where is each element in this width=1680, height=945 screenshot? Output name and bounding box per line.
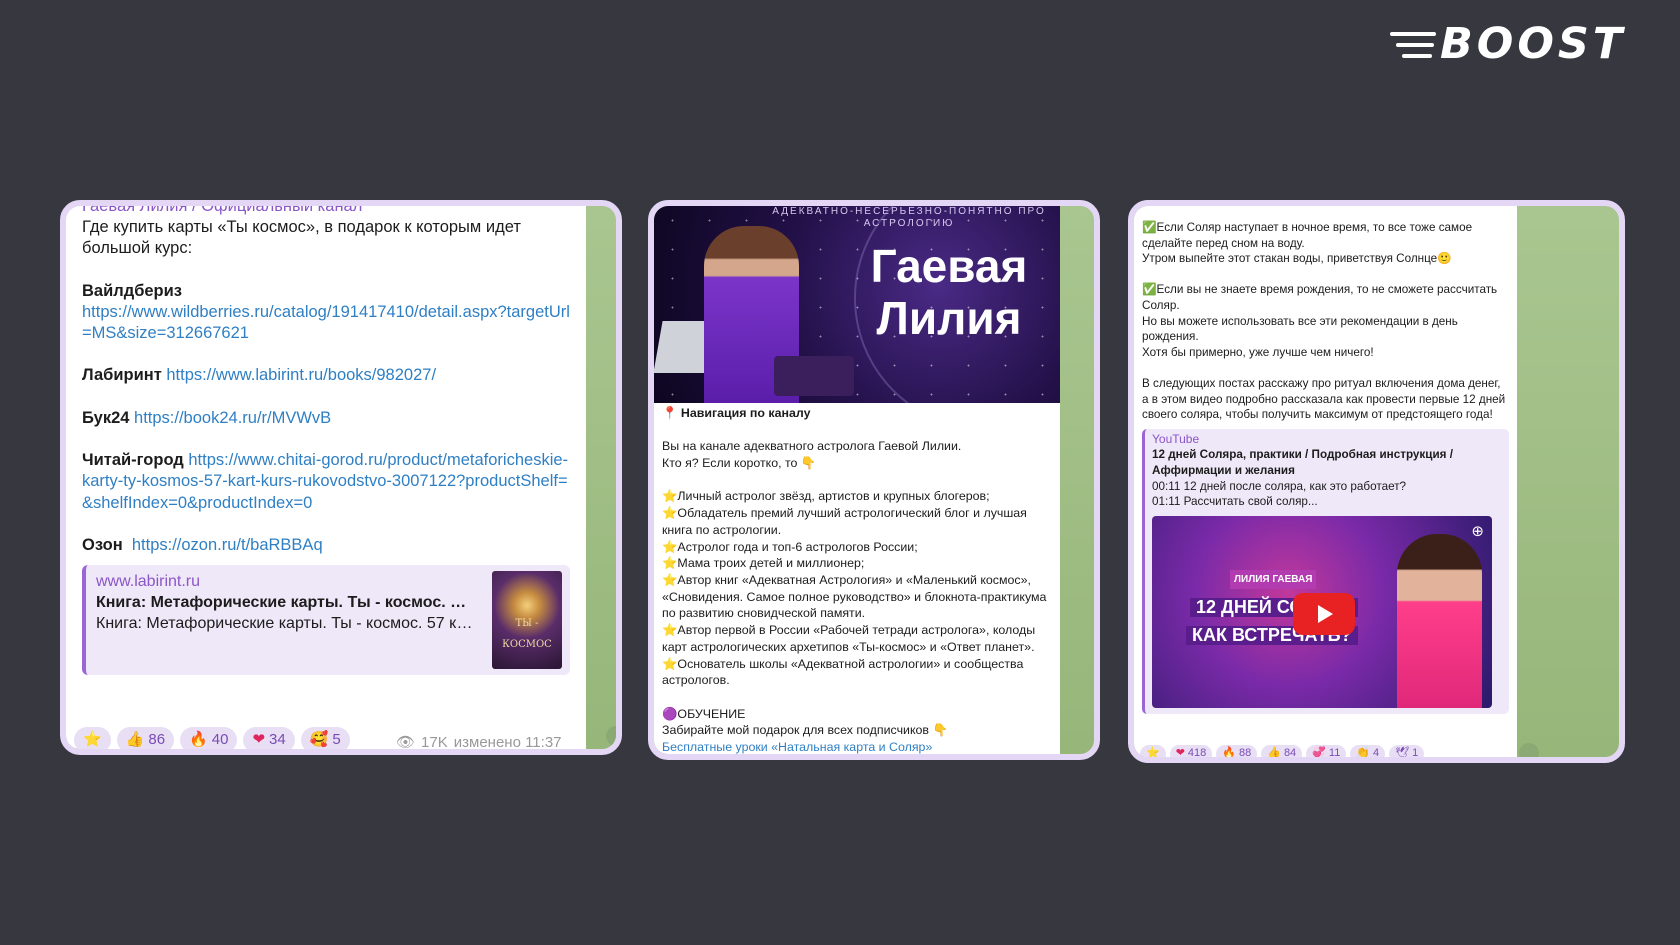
share-icon[interactable]	[1519, 743, 1539, 757]
play-icon[interactable]	[1293, 592, 1355, 635]
preview-site: www.labirint.ru	[96, 573, 201, 591]
section-education: 🟣ОБУЧЕНИЕ	[662, 706, 746, 721]
link-preview[interactable]: www.labirint.ru Книга: Метафорические ка…	[82, 565, 570, 676]
message-bubble: ✅Если Соляр наступает в ночное время, то…	[1134, 206, 1517, 757]
reaction-clap[interactable]: 👏 4	[1350, 745, 1386, 757]
text-line: Забирайте мой подарок для всех подписчик…	[662, 723, 948, 738]
channel-banner-image[interactable]: АДЕКВАТНО-НЕСЕРЬЕЗНО-ПОНЯТНО ПРО АСТРОЛО…	[654, 206, 1060, 403]
text-line: ⭐Мама троих детей и миллионер;	[662, 556, 865, 571]
edited-time: изменено 11:37	[453, 733, 562, 751]
author-photo	[1397, 533, 1482, 708]
preview-description: Книга: Метафорические карты. Ты - космос…	[96, 615, 475, 633]
text-line: Но вы можете использовать все эти рекоме…	[1142, 314, 1458, 344]
text-line: ⭐Основатель школы «Адекватной астрологии…	[662, 656, 1024, 688]
screenshot-card-solar-video: ✅Если Соляр наступает в ночное время, то…	[1128, 200, 1625, 763]
free-lessons-link[interactable]: Бесплатные уроки «Натальная карта и Соля…	[662, 739, 1052, 754]
zoom-icon[interactable]: ⊕	[1471, 524, 1484, 540]
banner-name: Гаевая Лилия	[870, 240, 1028, 344]
reaction-fire[interactable]: 🔥 88	[1216, 745, 1258, 757]
text-line: В следующих постах расскажу про ритуал в…	[1142, 376, 1506, 422]
reactions-bar: ⭐ ❤ 418 🔥 88 👍 84 💞 11 👏 4 🕊 1	[1140, 745, 1425, 757]
text-line: ⭐Обладатель премий лучший астрологически…	[662, 506, 1027, 537]
store-link[interactable]: https://www.labirint.ru/books/982027/	[166, 366, 436, 384]
text-line: ✅Если Соляр наступает в ночное время, то…	[1142, 221, 1473, 250]
eye-icon: 👁	[396, 733, 416, 751]
text-line: ⭐Астролог года и топ-6 астрологов России…	[662, 539, 918, 554]
youtube-preview[interactable]: YouTube 12 дней Соляра, практики / Подро…	[1142, 428, 1509, 714]
reaction-thumbs-up[interactable]: 👍 86	[116, 727, 175, 749]
message-bubble: АДЕКВАТНО-НЕСЕРЬЕЗНО-ПОНЯТНО ПРО АСТРОЛО…	[654, 206, 1060, 754]
navigation-text: 📍 Навигация по каналу Вы на канале адекв…	[654, 403, 1060, 754]
store-link[interactable]: https://book24.ru/r/MVWvB	[134, 409, 331, 427]
reaction-heart[interactable]: ❤ 34	[243, 727, 295, 749]
reaction-love-face[interactable]: 🥰 5	[300, 727, 350, 749]
store-ozon: Озон https://ozon.ru/t/baRBBAq	[82, 535, 323, 554]
store-book24: Бук24 https://book24.ru/r/MVWvB	[82, 408, 332, 427]
text-line: Хотя бы примерно, уже лучше чем ничего!	[1142, 345, 1374, 359]
reaction-hearts[interactable]: 💞 11	[1306, 745, 1347, 757]
screenshot-card-purchase-links: Гаевая Лилия / Официальный канал Где куп…	[60, 200, 622, 755]
reaction-fire[interactable]: 🔥 40	[180, 727, 238, 749]
reaction-heart[interactable]: ❤ 418	[1169, 745, 1213, 757]
reaction-dove[interactable]: 🕊 1	[1389, 745, 1425, 757]
message-bubble: Гаевая Лилия / Официальный канал Где куп…	[66, 206, 586, 751]
reaction-star[interactable]: ⭐	[74, 727, 111, 749]
reaction-star[interactable]: ⭐	[1140, 745, 1166, 757]
preview-title: Книга: Метафорические карты. Ты - космос…	[96, 594, 475, 612]
boost-logo: BOOST	[1390, 20, 1660, 68]
preview-title: 12 дней Соляра, практики / Подробная инс…	[1152, 448, 1453, 477]
timecode-1: 00:11 12 дней после соляра, как это рабо…	[1152, 479, 1407, 493]
logo-text: BOOST	[1440, 19, 1627, 69]
store-wildberries: Вайлдбериз https://www.wildberries.ru/ca…	[82, 281, 570, 343]
text-line: Кто я? Если коротко, то 👇	[662, 456, 817, 471]
screenshot-card-channel-navigation: АДЕКВАТНО-НЕСЕРЬЕЗНО-ПОНЯТНО ПРО АСТРОЛО…	[648, 200, 1100, 760]
book-cover-image: ТЫ - КОСМОС	[492, 571, 562, 670]
video-thumbnail[interactable]: ЛИЛИЯ ГАЕВАЯ 12 ДНЕЙ СОЛЯРА КАК ВСТРЕЧАТ…	[1152, 515, 1492, 708]
text-line: Вы на канале адекватного астролога Гаево…	[662, 439, 962, 454]
message-intro: Где купить карты «Ты космос», в подарок …	[82, 218, 521, 258]
logo-speed-lines	[1390, 32, 1436, 65]
view-count: 17K	[421, 733, 448, 751]
banner-tagline: АДЕКВАТНО-НЕСЕРЬЕЗНО-ПОНЯТНО ПРО АСТРОЛО…	[772, 206, 1046, 229]
store-chitai-gorod: Читай-город https://www.chitai-gorod.ru/…	[82, 451, 569, 512]
store-link[interactable]: https://ozon.ru/t/baRBBAq	[132, 536, 323, 554]
text-line: ⭐Автор книг «Адекватная Астрология» и «М…	[662, 573, 1047, 621]
channel-name[interactable]: Гаевая Лилия / Официальный канал	[82, 206, 570, 217]
reactions-bar: ⭐ 👍 86 🔥 40 ❤ 34 🥰 5	[74, 727, 350, 749]
share-icon[interactable]	[606, 726, 616, 746]
store-labirint: Лабиринт https://www.labirint.ru/books/9…	[82, 366, 437, 385]
tarot-cards-image	[774, 356, 854, 396]
nav-title: 📍 Навигация по каналу	[662, 406, 811, 420]
store-link[interactable]: https://www.wildberries.ru/catalog/19141…	[82, 303, 570, 342]
text-line: ⭐Личный астролог звёзд, артистов и крупн…	[662, 489, 990, 504]
thumb-tag: ЛИЛИЯ ГАЕВАЯ	[1230, 569, 1317, 590]
text-line: ⭐Автор первой в России «Рабочей тетради …	[662, 623, 1036, 654]
timecode-2: 01:11 Рассчитать свой соляр...	[1152, 495, 1318, 509]
preview-source: YouTube	[1152, 431, 1200, 446]
reaction-thumbs-up[interactable]: 👍 84	[1261, 745, 1303, 757]
text-line: ✅Если вы не знаете время рождения, то не…	[1142, 283, 1498, 312]
post-meta: 👁 17K изменено 11:37	[396, 732, 562, 751]
text-line: Утром выпейте этот стакан воды, приветст…	[1142, 252, 1452, 266]
